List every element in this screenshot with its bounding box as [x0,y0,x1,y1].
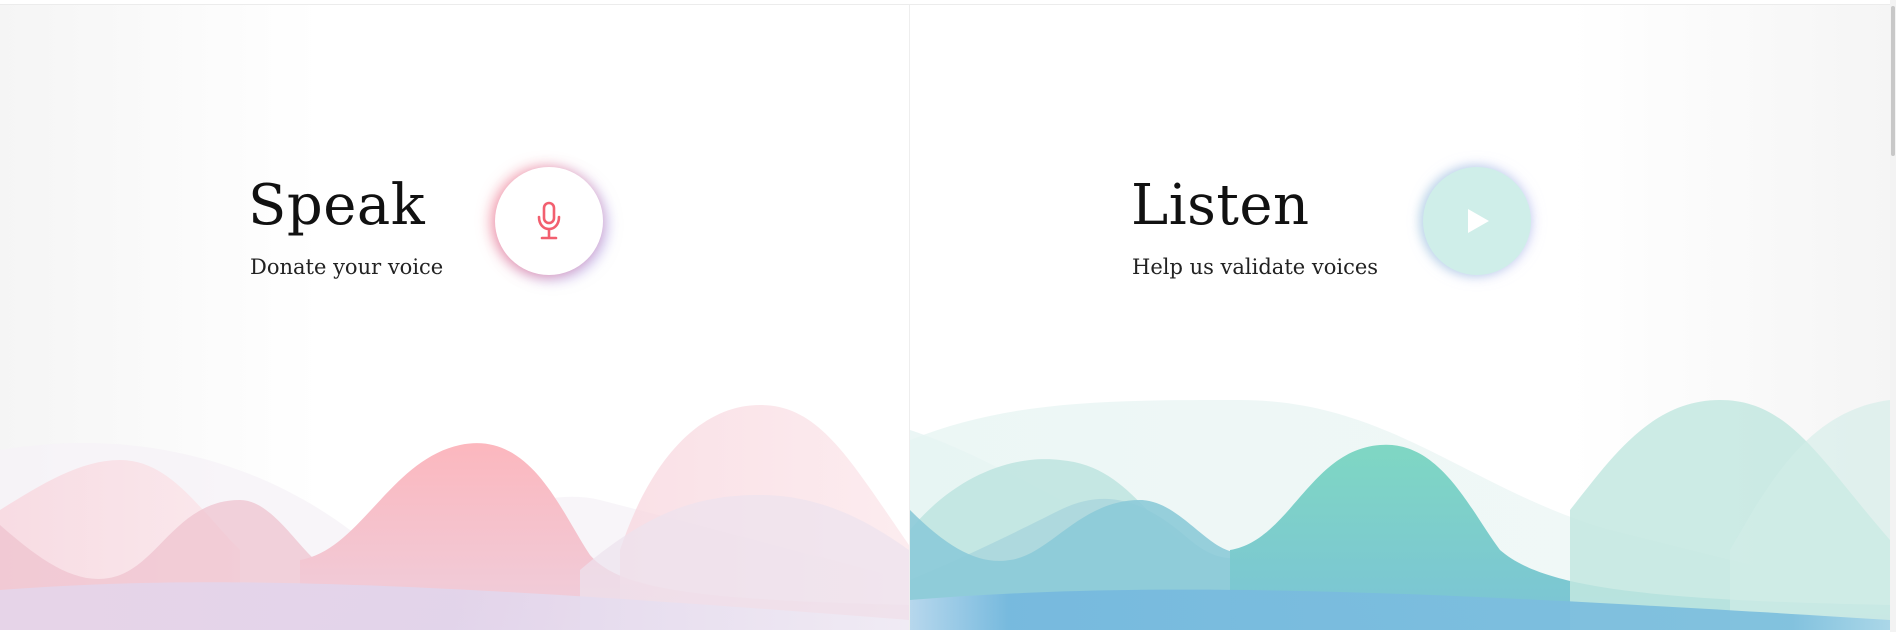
record-button[interactable] [495,167,603,275]
listen-title: Listen [1131,173,1310,238]
scrollbar-thumb[interactable] [1891,6,1895,156]
page-scrollbar[interactable] [1890,0,1896,632]
microphone-icon [537,201,561,240]
speak-subtitle: Donate your voice [250,255,444,279]
listen-subtitle: Help us validate voices [1132,255,1379,279]
speak-title: Speak [248,173,426,238]
speak-waves [0,405,909,630]
listen-waves [910,400,1890,630]
play-button[interactable] [1423,167,1531,275]
play-icon [1468,209,1489,233]
speak-panel[interactable]: Speak Donate your voice [0,5,909,630]
listen-panel[interactable]: Listen Help us validate voices [910,5,1890,630]
